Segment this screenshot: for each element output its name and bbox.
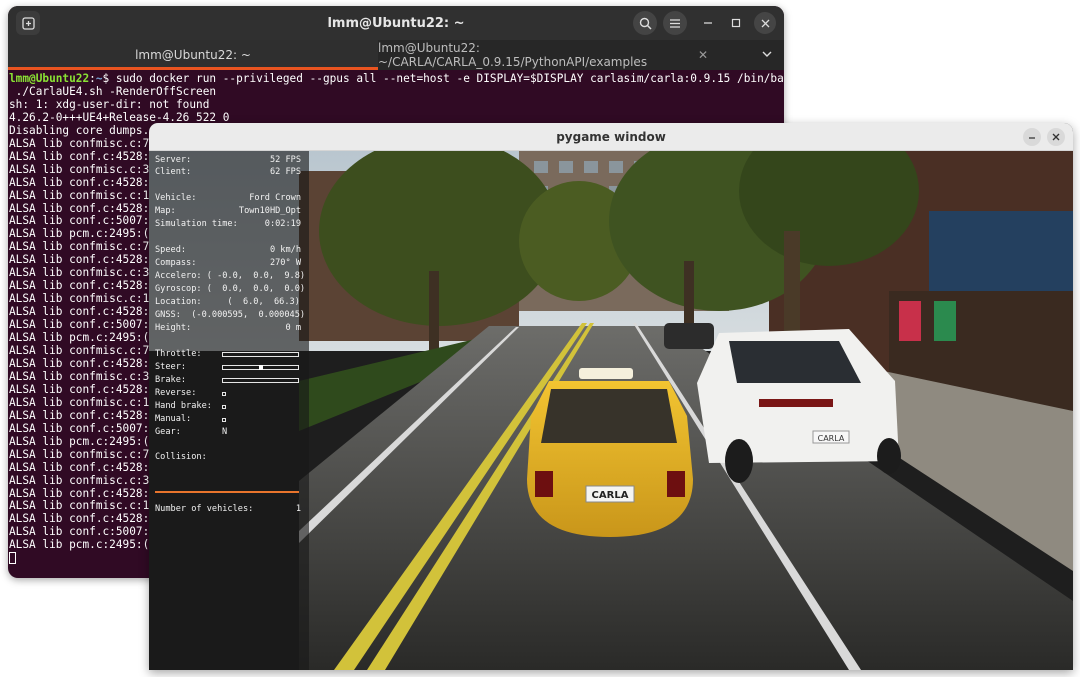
hud-value: Ford Crown bbox=[249, 193, 301, 203]
collision-graph-line bbox=[155, 491, 299, 493]
hand-brake-checkbox bbox=[222, 405, 226, 409]
hud-value: 0:02:19 bbox=[264, 219, 301, 229]
hud-value: Town10HD_Opt bbox=[238, 206, 301, 216]
tab-label: lmm@Ubuntu22: ~/CARLA/CARLA_0.9.15/Pytho… bbox=[378, 41, 648, 69]
yellow-taxi: CARLA bbox=[527, 368, 693, 537]
hud-vehicles-row: Number of vehicles: 1 bbox=[155, 504, 301, 516]
command-text: sudo docker run --privileged --gpus all … bbox=[115, 72, 784, 85]
terminal-header-bar: lmm@Ubuntu22: ~ bbox=[8, 6, 784, 40]
throttle-bar bbox=[222, 352, 299, 357]
hud-label: Gear: bbox=[155, 427, 181, 437]
hud-gyroscope-row: Gyroscop: ( 0.0, 0.0, 0.0) bbox=[155, 284, 305, 296]
hud-gear-row: Gear: N bbox=[155, 427, 301, 439]
hud-label: Hand brake: bbox=[155, 401, 212, 411]
distant-car bbox=[664, 323, 714, 349]
hud-gnss-row: GNSS: (-0.000595, 0.000045) bbox=[155, 310, 305, 322]
close-icon[interactable] bbox=[754, 12, 776, 34]
hud-vehicle-row: Vehicle: Ford Crown bbox=[155, 193, 301, 205]
new-tab-icon[interactable] bbox=[16, 11, 40, 35]
hud-value: 1 bbox=[295, 504, 301, 514]
hud-accelero-row: Accelero: ( -0.0, 0.0, 9.8) bbox=[155, 271, 305, 283]
terminal-tab-bar: lmm@Ubuntu22: ~ lmm@Ubuntu22: ~/CARLA/CA… bbox=[8, 40, 784, 70]
steer-indicator bbox=[258, 365, 263, 370]
minimize-icon[interactable] bbox=[696, 11, 720, 35]
hud-label: Simulation time: bbox=[155, 219, 238, 229]
hud-label: Client: bbox=[155, 167, 192, 177]
prompt-symbol: $ bbox=[102, 72, 116, 85]
manual-checkbox bbox=[222, 418, 226, 422]
pygame-window[interactable]: pygame window CARLA CARLA Server: 52 FPS… bbox=[149, 123, 1073, 670]
awning bbox=[929, 211, 1073, 291]
hud-label: Gyroscop: ( 0.0, 0.0, 0.0) bbox=[155, 284, 306, 294]
hud-label: Throttle: bbox=[155, 349, 202, 359]
maximize-icon[interactable] bbox=[724, 11, 748, 35]
tab-home[interactable]: lmm@Ubuntu22: ~ bbox=[8, 40, 378, 70]
hud-label: Brake: bbox=[155, 375, 187, 385]
tab-close-icon[interactable]: ✕ bbox=[698, 48, 708, 62]
hud-label: Reverse: bbox=[155, 388, 197, 398]
hud-label: Location: ( 6.0, 66.3) bbox=[155, 297, 300, 307]
hud-label: Vehicle: bbox=[155, 193, 197, 203]
reverse-checkbox bbox=[222, 392, 226, 396]
hud-value: 62 FPS bbox=[269, 167, 301, 177]
hud-value: 0 km/h bbox=[269, 245, 301, 255]
hud-location-row: Location: ( 6.0, 66.3) bbox=[155, 297, 301, 309]
brake-bar bbox=[222, 378, 299, 383]
hamburger-menu-icon[interactable] bbox=[663, 11, 687, 35]
terminal-line: ./CarlaUE4.sh -RenderOffScreen bbox=[9, 84, 217, 98]
hud-label: GNSS: (-0.000595, 0.000045) bbox=[155, 310, 306, 320]
search-icon[interactable] bbox=[633, 11, 657, 35]
hud-value: 0 m bbox=[285, 323, 301, 333]
tab-examples[interactable]: lmm@Ubuntu22: ~/CARLA/CARLA_0.9.15/Pytho… bbox=[378, 40, 748, 70]
suv-plate: CARLA bbox=[818, 434, 845, 443]
command-line: lmm@Ubuntu22:~$ sudo docker run --privil… bbox=[9, 72, 784, 86]
terminal-title: lmm@Ubuntu22: ~ bbox=[327, 15, 465, 31]
hud-panel: Server: 52 FPS Client: 62 FPS Vehicle: Ford… bbox=[149, 151, 309, 670]
hud-label: Compass: bbox=[155, 258, 197, 268]
taxi-plate: CARLA bbox=[592, 490, 629, 501]
hud-speed-row: Speed: 0 km/h bbox=[155, 245, 301, 257]
hud-label: Manual: bbox=[155, 414, 192, 424]
hud-map-row: Map: Town10HD_Opt bbox=[155, 206, 301, 218]
hud-collision-row: Collision: bbox=[155, 452, 301, 464]
hud-label: Number of vehicles: bbox=[155, 504, 254, 514]
hud-client-row: Client: 62 FPS bbox=[155, 167, 301, 179]
hud-label: Accelero: ( -0.0, 0.0, 9.8) bbox=[155, 271, 306, 281]
hud-server-row: Server: 52 FPS bbox=[155, 155, 301, 167]
minimize-icon[interactable] bbox=[1023, 128, 1041, 146]
hud-manual-row: Manual: bbox=[155, 414, 301, 426]
text-cursor bbox=[9, 552, 16, 565]
hud-value: 270° W bbox=[269, 258, 301, 268]
hud-reverse-row: Reverse: bbox=[155, 388, 301, 400]
hud-hand-brake-row: Hand brake: bbox=[155, 401, 301, 413]
hud-label: Collision: bbox=[155, 452, 207, 462]
chevron-down-icon[interactable] bbox=[762, 48, 772, 61]
hud-sim-time-row: Simulation time: 0:02:19 bbox=[155, 219, 301, 231]
tab-label: lmm@Ubuntu22: ~ bbox=[135, 48, 251, 62]
hud-value: 52 FPS bbox=[269, 155, 301, 165]
pygame-header-bar: pygame window bbox=[149, 123, 1073, 151]
prompt-user: lmm@Ubuntu22 bbox=[9, 72, 90, 85]
pygame-title: pygame window bbox=[556, 129, 666, 144]
steer-bar bbox=[222, 365, 299, 370]
hud-value: N bbox=[222, 427, 228, 437]
hud-label: Map: bbox=[155, 206, 176, 216]
prompt-separator: : bbox=[89, 72, 96, 85]
prompt-path: ~ bbox=[95, 72, 103, 85]
hud-label: Height: bbox=[155, 323, 192, 333]
hud-label: Speed: bbox=[155, 245, 187, 255]
close-icon[interactable] bbox=[1047, 128, 1065, 146]
terminal-line: sh: 1: xdg-user-dir: not found bbox=[9, 97, 210, 111]
hud-label: Server: bbox=[155, 155, 192, 165]
hud-label: Steer: bbox=[155, 362, 187, 372]
hud-compass-row: Compass: 270° W bbox=[155, 258, 301, 270]
hud-height-row: Height: 0 m bbox=[155, 323, 301, 335]
